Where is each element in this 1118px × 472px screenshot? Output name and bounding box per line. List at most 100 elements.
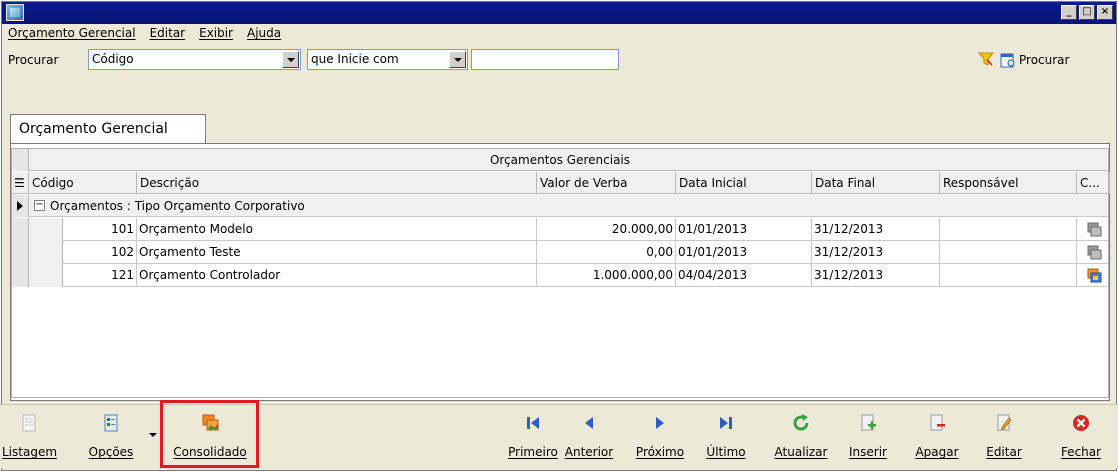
procurar-button[interactable]: Procurar [1000,50,1069,70]
filter-funnel-icon[interactable] [978,52,994,66]
inserir-button[interactable]: Inserir [845,413,891,467]
search-condition-select[interactable]: que Inicie com [307,49,468,70]
cell-codigo[interactable]: 101 [63,218,137,241]
cell-descricao[interactable]: Orçamento Modelo [137,218,537,241]
menu-ajuda[interactable]: Ajuda [247,26,281,44]
window-controls: _ □ × [1061,5,1113,20]
chevron-down-icon[interactable] [449,51,466,68]
apagar-button[interactable]: Apagar [912,413,962,467]
search-bar: Procurar Código que Inicie com Procurar [8,48,1113,72]
search-condition-value: que Inicie com [311,52,399,66]
col-data-inicial[interactable]: Data Inicial [676,172,812,194]
budget-grid: Orçamentos Gerenciais ☰ Código Descrição… [11,148,1110,398]
cell-valor[interactable]: 0,00 [537,241,676,264]
menu-exibir[interactable]: Exibir [199,26,233,44]
menu-bar: Orçamento Gerencial Editar Exibir Ajuda [8,26,281,44]
listagem-button[interactable]: Listagem [2,413,58,467]
cell-data-inicial[interactable]: 01/01/2013 [676,218,812,241]
inserir-label: Inserir [849,445,887,459]
fechar-button[interactable]: Fechar [1056,413,1106,467]
cell-valor[interactable]: 20.000,00 [537,218,676,241]
delete-document-icon [930,414,945,431]
first-record-icon [527,417,539,429]
search-input[interactable] [471,49,619,70]
anterior-label: Anterior [564,445,614,459]
search-field-select[interactable]: Código [88,49,301,70]
ultimo-button[interactable]: Último [701,413,751,467]
atualizar-button[interactable]: Atualizar [770,413,832,467]
cell-descricao[interactable]: Orçamento Controlador [137,264,537,287]
col-c[interactable]: C... [1077,172,1110,194]
cell-data-final[interactable]: 31/12/2013 [812,241,940,264]
cell-valor[interactable]: 1.000.000,00 [537,264,676,287]
tab-orcamento-gerencial[interactable]: Orçamento Gerencial [10,114,206,144]
proximo-label: Próximo [635,445,685,459]
next-record-icon [656,417,664,429]
column-header-row: ☰ Código Descrição Valor de Verba Data I… [12,172,1110,194]
procurar-button-label: Procurar [1019,53,1070,67]
cell-responsavel[interactable] [940,241,1077,264]
app-icon[interactable] [6,4,24,21]
editar-label: Editar [986,445,1022,459]
search-field-value: Código [92,52,134,66]
consolidado-highlight [160,400,259,468]
col-valor-verba[interactable]: Valor de Verba [537,172,676,194]
menu-orcamento-gerencial[interactable]: Orçamento Gerencial [8,26,136,44]
search-label: Procurar [8,53,59,67]
tab-label: Orçamento Gerencial [19,121,168,137]
table-row[interactable]: 121 Orçamento Controlador 1.000.000,00 0… [12,264,1108,287]
close-window-button[interactable]: × [1097,5,1113,20]
group-row-label: Orçamentos : Tipo Orçamento Corporativo [50,199,305,213]
consolidation-color-icon[interactable] [1086,267,1102,283]
previous-record-icon [585,417,593,429]
proximo-button[interactable]: Próximo [632,413,688,467]
cell-descricao[interactable]: Orçamento Teste [137,241,537,264]
row-indicator [12,264,29,287]
primeiro-label: Primeiro [508,445,558,459]
column-chooser-icon[interactable]: ☰ [12,172,29,194]
document-search-icon [1000,53,1015,68]
opcoes-dropdown-icon[interactable] [149,433,157,437]
group-row[interactable]: − Orçamentos : Tipo Orçamento Corporativ… [12,195,1108,217]
menu-editar[interactable]: Editar [150,26,186,44]
atualizar-label: Atualizar [774,445,828,459]
cell-data-inicial[interactable]: 04/04/2013 [676,264,812,287]
row-indicator [12,218,29,241]
col-codigo[interactable]: Código [29,172,137,194]
listagem-label: Listagem [2,445,58,459]
table-row[interactable]: 102 Orçamento Teste 0,00 01/01/2013 31/1… [12,241,1108,264]
table-row[interactable]: 101 Orçamento Modelo 20.000,00 01/01/201… [12,218,1108,241]
cell-responsavel[interactable] [940,264,1077,287]
current-row-indicator [12,195,29,217]
cell-responsavel[interactable] [940,218,1077,241]
cell-data-final[interactable]: 31/12/2013 [812,264,940,287]
cell-codigo[interactable]: 121 [63,264,137,287]
col-responsavel[interactable]: Responsável [940,172,1077,194]
cell-data-inicial[interactable]: 01/01/2013 [676,241,812,264]
primeiro-button[interactable]: Primeiro [506,413,560,467]
editar-button[interactable]: Editar [981,413,1027,467]
chevron-down-icon[interactable] [282,51,299,68]
row-indent [29,264,63,287]
title-bar: _ □ × [2,2,1116,24]
grid-gutter [12,149,29,171]
collapse-icon[interactable]: − [34,200,45,211]
col-data-final[interactable]: Data Final [812,172,940,194]
cell-codigo[interactable]: 102 [63,241,137,264]
col-descricao[interactable]: Descrição [137,172,537,194]
minimize-button[interactable]: _ [1061,5,1077,20]
opcoes-button[interactable]: Opções [84,413,138,467]
cell-data-final[interactable]: 31/12/2013 [812,218,940,241]
fechar-label: Fechar [1060,445,1102,459]
consolidation-gray-icon[interactable] [1086,244,1102,260]
anterior-button[interactable]: Anterior [560,413,618,467]
maximize-button[interactable]: □ [1079,5,1095,20]
row-indicator [12,241,29,264]
consolidation-gray-icon[interactable] [1086,221,1102,237]
row-indent [29,241,63,264]
apagar-label: Apagar [915,445,959,459]
grid-group-header: Orçamentos Gerenciais [12,149,1108,171]
refresh-icon [793,414,809,431]
edit-document-icon [997,414,1012,431]
row-indent [29,218,63,241]
